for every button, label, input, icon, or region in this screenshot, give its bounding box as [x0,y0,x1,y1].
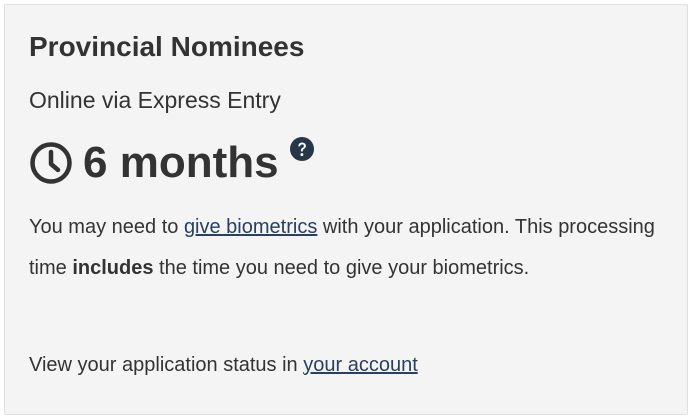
biometrics-text-3: the time you need to give your biometric… [153,257,530,279]
clock-icon [30,142,72,184]
application-status-note: View your application status in your acc… [29,345,418,385]
give-biometrics-link[interactable]: give biometrics [184,216,317,238]
biometrics-text-1: You may need to [29,216,184,238]
biometrics-note: You may need to give biometrics with you… [29,207,659,289]
card-title: Provincial Nominees [29,31,305,62]
application-method: Online via Express Entry [29,87,281,113]
processing-time-value: 6 months [83,138,279,187]
your-account-link[interactable]: your account [303,354,418,376]
biometrics-bold-text: includes [72,257,154,279]
question-circle-icon[interactable] [289,136,315,162]
status-text: View your application status in [29,354,304,376]
processing-time-row: 6 months [29,135,315,191]
processing-time-card: Provincial Nominees Online via Express E… [4,4,688,415]
